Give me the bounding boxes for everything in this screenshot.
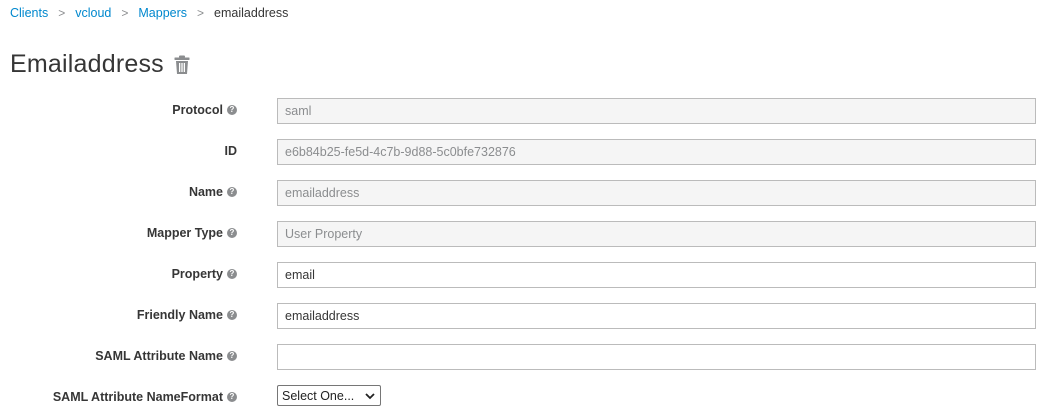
- breadcrumb-link-vcloud[interactable]: vcloud: [75, 6, 111, 20]
- breadcrumb-link-mappers[interactable]: Mappers: [138, 6, 187, 20]
- help-icon[interactable]: ?: [227, 228, 237, 238]
- name-label: Name: [188, 185, 223, 199]
- form-row-friendly-name: Friendly Name ?: [0, 298, 1047, 332]
- mapper-type-field: [277, 221, 1036, 247]
- page-title: Emailaddress: [10, 50, 164, 78]
- chevron-down-icon: [365, 392, 375, 399]
- saml-attribute-nameformat-label: SAML Attribute NameFormat: [52, 390, 223, 404]
- form-row-saml-attribute-nameformat: SAML Attribute NameFormat ?: [0, 380, 1047, 414]
- breadcrumb-separator: >: [58, 6, 66, 20]
- property-label: Property: [171, 267, 223, 281]
- mapper-type-label: Mapper Type: [146, 226, 223, 240]
- form-row-mapper-type: Mapper Type ?: [0, 216, 1047, 250]
- help-icon[interactable]: ?: [227, 187, 237, 197]
- name-field: [277, 180, 1036, 206]
- property-input[interactable]: [277, 262, 1036, 288]
- saml-attribute-name-input[interactable]: [277, 344, 1036, 370]
- protocol-label: Protocol: [172, 103, 223, 117]
- protocol-field: [277, 98, 1036, 124]
- help-icon[interactable]: ?: [227, 351, 237, 361]
- breadcrumb-separator: >: [197, 6, 205, 20]
- friendly-name-input[interactable]: [277, 303, 1036, 329]
- friendly-name-label: Friendly Name: [136, 308, 223, 322]
- breadcrumb-link-clients[interactable]: Clients: [10, 6, 48, 20]
- page-header: Emailaddress: [10, 50, 190, 79]
- breadcrumb-separator: >: [121, 6, 129, 20]
- form-row-protocol: Protocol ?: [0, 93, 1047, 127]
- saml-attribute-name-label: SAML Attribute Name: [95, 349, 223, 363]
- breadcrumb-current: emailaddress: [214, 6, 289, 20]
- saml-attribute-nameformat-select[interactable]: Select One...: [277, 385, 381, 406]
- help-icon[interactable]: ?: [227, 105, 237, 115]
- trash-icon[interactable]: [174, 55, 190, 75]
- form-row-name: Name ?: [0, 175, 1047, 209]
- form-row-id: ID: [0, 134, 1047, 168]
- id-field: [277, 139, 1036, 165]
- help-icon[interactable]: ?: [227, 392, 237, 402]
- form-row-saml-attribute-name: SAML Attribute Name ?: [0, 339, 1047, 373]
- select-value: Select One...: [282, 388, 355, 403]
- help-icon[interactable]: ?: [227, 310, 237, 320]
- help-icon[interactable]: ?: [227, 269, 237, 279]
- id-label: ID: [224, 144, 238, 158]
- breadcrumb: Clients > vcloud > Mappers > emailaddres…: [10, 6, 288, 20]
- form-row-property: Property ?: [0, 257, 1047, 291]
